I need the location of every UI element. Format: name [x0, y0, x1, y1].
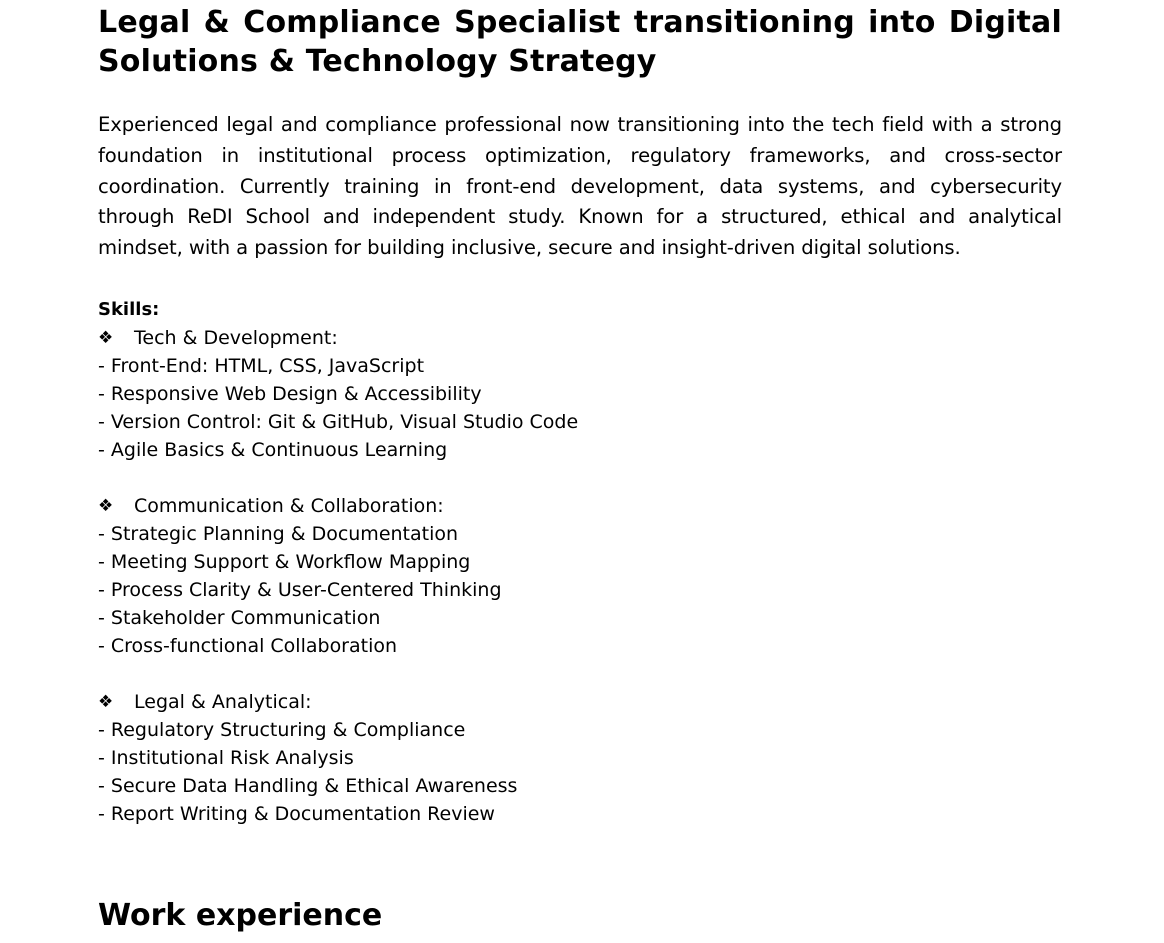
skill-item: - Report Writing & Documentation Review: [98, 802, 495, 825]
skill-group-heading: Legal & Analytical:: [134, 690, 312, 713]
skill-item: - Process Clarity & User-Centered Thinki…: [98, 578, 502, 601]
skill-item: - Institutional Risk Analysis: [98, 746, 354, 769]
four-diamond-bullet-icon: ❖: [98, 495, 114, 516]
four-diamond-bullet-icon: ❖: [98, 691, 114, 712]
skill-group-communication: ❖ Communication & Collaboration: - Strat…: [98, 492, 1062, 660]
skill-item: - Agile Basics & Continuous Learning: [98, 438, 448, 461]
skills-section: Skills: ❖ Tech & Development: - Front-En…: [98, 296, 1062, 828]
resume-page: Legal & Compliance Specialist transition…: [98, 0, 1062, 933]
skill-group-heading: Communication & Collaboration:: [134, 494, 444, 517]
skill-item: - Strategic Planning & Documentation: [98, 522, 459, 545]
skill-item: - Version Control: Git & GitHub, Visual …: [98, 410, 579, 433]
four-diamond-bullet-icon: ❖: [98, 327, 114, 348]
skills-title: Skills:: [98, 298, 160, 320]
skill-item: - Front-End: HTML, CSS, JavaScript: [98, 354, 425, 377]
skill-item: - Regulatory Structuring & Compliance: [98, 718, 466, 741]
profile-summary: Experienced legal and compliance profess…: [98, 113, 1062, 260]
skill-item: - Stakeholder Communication: [98, 606, 381, 629]
skill-group-tech: ❖ Tech & Development: - Front-End: HTML,…: [98, 324, 1062, 464]
resume-headline: Legal & Compliance Specialist transition…: [98, 5, 1062, 79]
skill-item: - Meeting Support & Workflow Mapping: [98, 550, 471, 573]
skill-item: - Cross-functional Collaboration: [98, 634, 398, 657]
skill-group-legal: ❖ Legal & Analytical: - Regulatory Struc…: [98, 688, 1062, 828]
skill-item: - Secure Data Handling & Ethical Awarene…: [98, 774, 518, 797]
skill-item: - Responsive Web Design & Accessibility: [98, 382, 482, 405]
skill-group-heading: Tech & Development:: [134, 326, 338, 349]
work-experience-heading: Work experience: [98, 898, 383, 933]
